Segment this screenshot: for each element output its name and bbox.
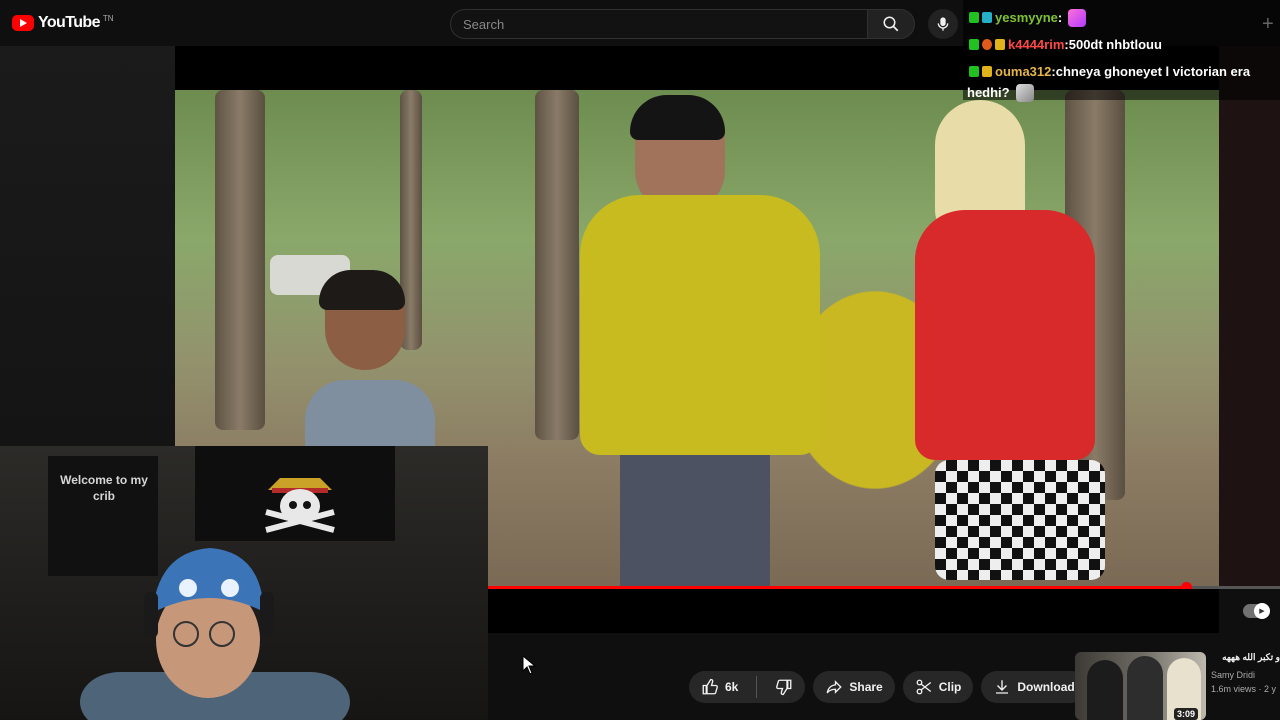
sub-badge-icon <box>982 12 992 23</box>
thumbs-down-icon <box>776 679 792 696</box>
chat-username: k4444rim <box>1008 37 1065 52</box>
share-label: Share <box>849 680 883 694</box>
center-man-figure <box>580 95 820 586</box>
woman-figure <box>895 100 1115 586</box>
like-separator <box>756 676 758 698</box>
like-button[interactable]: 6k <box>689 671 750 703</box>
dislike-button[interactable] <box>763 671 805 703</box>
meme-emote-icon <box>1015 83 1034 102</box>
recommended-video-channel[interactable]: Samy Dridi <box>1211 670 1280 680</box>
stream-chat-overlay: yesmyyne : k4444rim : 500dt nhbtlouu oum… <box>963 0 1280 102</box>
mouse-cursor-icon <box>522 655 536 675</box>
share-button[interactable]: Share <box>813 671 895 703</box>
k-badge-icon <box>969 66 979 77</box>
chat-username: yesmyyne <box>995 10 1058 25</box>
thumbs-up-icon <box>702 678 718 695</box>
chat-message: k4444rim : 500dt nhbtlouu <box>969 31 1274 58</box>
recommended-video-duration: 3:09 <box>1174 708 1199 720</box>
download-label: Download <box>1017 680 1075 694</box>
crown-badge-icon <box>982 66 992 77</box>
welcome-line-2: crib <box>92 489 115 503</box>
like-dislike-group: 6k <box>689 671 806 703</box>
recommended-video-title[interactable]: و تكبر الله هههه <box>1211 652 1280 663</box>
clip-button[interactable]: Clip <box>902 671 974 703</box>
voice-search-button[interactable] <box>928 9 958 39</box>
microphone-icon <box>937 17 949 31</box>
streamer-webcam: Welcome to my crib <box>0 446 488 720</box>
youtube-logo[interactable]: YouTube TN <box>12 14 114 32</box>
chat-message: ouma312 : chneya ghoneyet l victorian er… <box>969 58 1274 85</box>
recommended-video-meta: 1.6m views · 2 y <box>1211 684 1277 694</box>
crown-badge-icon <box>995 39 1005 50</box>
youtube-play-icon <box>12 15 34 31</box>
left-man-figure <box>305 270 435 460</box>
clip-label: Clip <box>938 680 962 694</box>
video-actions-row: 6k Share Clip Download <box>689 671 1127 703</box>
chat-separator: : <box>1057 10 1063 25</box>
player-letterbox-bottom <box>488 589 1219 633</box>
left-dark-panel <box>0 46 175 446</box>
autoplay-toggle[interactable]: ▶ <box>1243 603 1270 619</box>
download-icon <box>996 680 1009 694</box>
welcome-line-1: Welcome to my <box>60 473 148 487</box>
k-badge-icon <box>969 12 979 23</box>
autoplay-play-icon: ▶ <box>1254 603 1270 619</box>
k-badge-icon <box>969 39 979 50</box>
hat-badge-icon <box>982 39 992 50</box>
logo-country-code: TN <box>102 13 114 23</box>
like-count: 6k <box>725 680 739 694</box>
chat-text-continued: hedhi? <box>967 85 1010 100</box>
chat-text: 500dt nhbtlouu <box>1068 37 1162 52</box>
chat-message: yesmyyne : <box>969 4 1274 31</box>
download-button[interactable]: Download <box>981 671 1087 703</box>
share-icon <box>826 680 843 694</box>
pink-feather-emote-icon <box>1068 8 1087 27</box>
tree-trunk <box>535 90 579 440</box>
welcome-banner-text: Welcome to my crib <box>48 472 160 504</box>
search-button[interactable] <box>867 9 915 39</box>
scissors-icon <box>916 679 931 695</box>
search-placeholder: Search <box>463 16 505 32</box>
tree-trunk <box>215 90 265 430</box>
chat-text: chneya ghoneyet l victorian era <box>1055 64 1251 79</box>
search-input[interactable]: Search <box>450 9 868 39</box>
search-icon <box>883 16 899 32</box>
logo-text: YouTube <box>38 14 100 31</box>
streamer-figure <box>80 548 350 720</box>
right-dark-panel <box>1219 46 1280 586</box>
